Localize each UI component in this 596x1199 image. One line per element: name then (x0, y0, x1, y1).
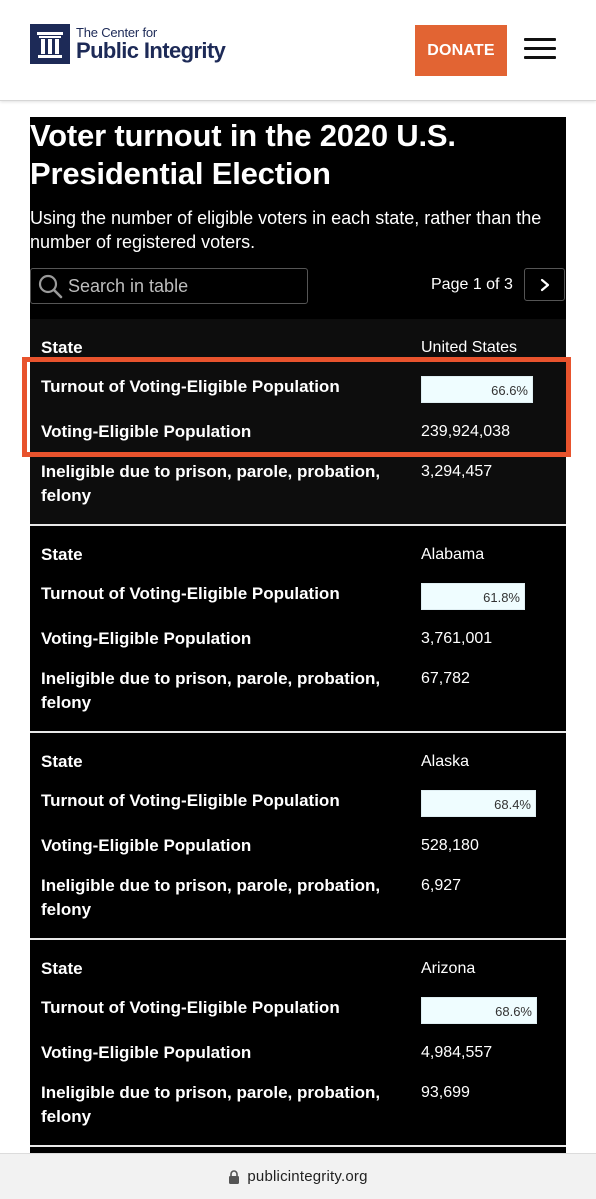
vep-row: Voting-Eligible Population 239,924,038 (41, 420, 566, 448)
table-subtitle: Using the number of eligible voters in e… (30, 208, 542, 252)
turnout-bar: 66.6% (421, 376, 533, 403)
state-label: State (41, 338, 83, 357)
ineligible-row: Ineligible due to prison, parole, probat… (41, 667, 566, 719)
turnout-bar-track: 68.4% (421, 790, 539, 817)
state-row: State Arizona (41, 957, 566, 985)
state-row: State United States (41, 336, 566, 364)
turnout-bar-track: 61.8% (421, 583, 539, 610)
ineligible-value: 93,699 (421, 1084, 470, 1101)
turnout-row: Turnout of Voting-Eligible Population 66… (41, 375, 566, 403)
state-label: State (41, 752, 83, 771)
vep-row: Voting-Eligible Population 528,180 (41, 834, 566, 862)
vep-value: 239,924,038 (421, 423, 510, 440)
logo-wordmark: The Center for Public Integrity (76, 26, 226, 63)
table-record: State Alaska Turnout of Voting-Eligible … (30, 733, 566, 940)
state-row: State Alaska (41, 750, 566, 778)
turnout-label: Turnout of Voting-Eligible Population (41, 998, 340, 1017)
vep-row: Voting-Eligible Population 3,761,001 (41, 627, 566, 655)
ineligible-value: 6,927 (421, 877, 462, 894)
turnout-bar-track: 68.6% (421, 997, 539, 1024)
search-placeholder: Search in table (68, 275, 189, 296)
turnout-row: Turnout of Voting-Eligible Population 68… (41, 789, 566, 817)
turnout-bar: 68.6% (421, 997, 537, 1024)
site-header: The Center for Public Integrity DONATE (0, 0, 596, 101)
turnout-row: Turnout of Voting-Eligible Population 61… (41, 582, 566, 610)
vep-label: Voting-Eligible Population (41, 422, 252, 441)
ineligible-value: 3,294,457 (421, 463, 493, 480)
vep-label: Voting-Eligible Population (41, 1043, 252, 1062)
table-record: State Alabama Turnout of Voting-Eligible… (30, 526, 566, 733)
site-logo[interactable]: The Center for Public Integrity (30, 24, 226, 64)
search-icon (38, 274, 63, 299)
state-value: United States (421, 339, 518, 356)
vep-value: 4,984,557 (421, 1044, 493, 1061)
table-record: State United States Turnout of Voting-El… (30, 319, 566, 526)
state-label: State (41, 545, 83, 564)
search-input[interactable]: Search in table (30, 268, 308, 304)
state-value: Arizona (421, 960, 476, 977)
ineligible-value: 67,782 (421, 670, 470, 687)
turnout-table-widget: Voter turnout in the 2020 U.S. President… (30, 117, 566, 1157)
hamburger-icon[interactable] (524, 38, 556, 62)
turnout-label: Turnout of Voting-Eligible Population (41, 377, 340, 396)
ineligible-row: Ineligible due to prison, parole, probat… (41, 874, 566, 926)
ineligible-label: Ineligible due to prison, parole, probat… (41, 876, 381, 919)
url-text: publicintegrity.org (247, 1168, 368, 1185)
table-record: State Arizona Turnout of Voting-Eligible… (30, 940, 566, 1147)
turnout-bar: 61.8% (421, 583, 525, 610)
logo-line-2: Public Integrity (76, 38, 226, 63)
page-indicator: Page 1 of 3 (431, 276, 513, 293)
state-value: Alaska (421, 753, 470, 770)
turnout-bar-track: 66.6% (421, 376, 539, 403)
ineligible-row: Ineligible due to prison, parole, probat… (41, 1081, 566, 1133)
chevron-right-icon (540, 278, 549, 291)
turnout-label: Turnout of Voting-Eligible Population (41, 791, 340, 810)
turnout-row: Turnout of Voting-Eligible Population 68… (41, 996, 566, 1024)
browser-url-bar[interactable]: publicintegrity.org (0, 1153, 596, 1199)
turnout-label: Turnout of Voting-Eligible Population (41, 584, 340, 603)
ineligible-label: Ineligible due to prison, parole, probat… (41, 669, 381, 712)
vep-row: Voting-Eligible Population 4,984,557 (41, 1041, 566, 1069)
ineligible-label: Ineligible due to prison, parole, probat… (41, 1083, 381, 1126)
state-row: State Alabama (41, 543, 566, 571)
vep-value: 3,761,001 (421, 630, 493, 647)
lock-icon (229, 1169, 240, 1184)
vep-label: Voting-Eligible Population (41, 629, 252, 648)
donate-button[interactable]: DONATE (415, 25, 507, 76)
logo-column-icon (30, 24, 70, 64)
turnout-bar: 68.4% (421, 790, 536, 817)
vep-value: 528,180 (421, 837, 479, 854)
vep-label: Voting-Eligible Population (41, 836, 252, 855)
ineligible-label: Ineligible due to prison, parole, probat… (41, 462, 381, 505)
ineligible-row: Ineligible due to prison, parole, probat… (41, 460, 566, 512)
state-label: State (41, 959, 83, 978)
table-records: State United States Turnout of Voting-El… (30, 319, 566, 1147)
state-value: Alabama (421, 546, 485, 563)
table-title: Voter turnout in the 2020 U.S. President… (30, 118, 456, 191)
next-page-button[interactable] (524, 268, 565, 301)
